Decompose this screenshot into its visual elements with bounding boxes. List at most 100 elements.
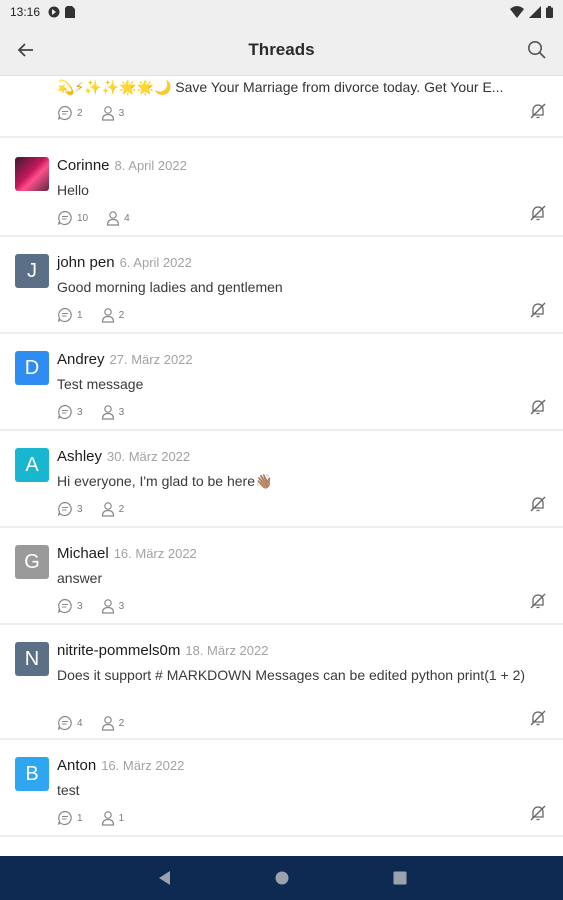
thread-meta: 2 3	[57, 105, 138, 121]
back-button[interactable]	[12, 36, 40, 64]
thread-item[interactable]: B Anton 16. März 2022 test 1 1	[0, 740, 563, 837]
mute-button[interactable]	[529, 495, 547, 518]
participant-count: 2	[118, 309, 125, 321]
thread-date: 16. März 2022	[101, 758, 185, 773]
nav-home-button[interactable]	[271, 867, 293, 889]
participant-count: 3	[118, 600, 125, 612]
mute-button[interactable]	[529, 592, 547, 615]
mute-button[interactable]	[529, 301, 547, 324]
participant-count: 2	[118, 717, 125, 729]
comment-icon	[57, 307, 72, 323]
avatar[interactable]: G	[15, 545, 49, 579]
circle-home-icon	[275, 871, 288, 885]
person-icon	[101, 599, 114, 614]
reply-count: 3	[77, 406, 83, 418]
reply-count: 1	[77, 812, 83, 824]
thread-message: answer	[57, 570, 103, 586]
avatar[interactable]	[15, 157, 49, 191]
search-button[interactable]	[523, 36, 551, 64]
thread-message: test	[57, 782, 80, 798]
thread-author: Ashley	[57, 448, 103, 465]
thread-item[interactable]: Nnitrite-pommels0m 18. März 2022 Does it s…	[0, 625, 563, 740]
wifi-icon	[510, 6, 524, 18]
mute-button[interactable]	[529, 709, 547, 732]
search-icon	[528, 41, 546, 59]
thread-item[interactable]: Corinne 8. April 2022 Hello 10 4	[0, 140, 563, 237]
system-nav-bar	[0, 856, 563, 900]
thread-item[interactable]: Jjohn pen 6. April 2022 Good morning ladie…	[0, 237, 563, 334]
avatar[interactable]: D	[15, 351, 49, 385]
thread-date: 18. März 2022	[185, 643, 269, 658]
thread-message-text: Save Your Marriage from divorce today. G…	[171, 79, 504, 95]
comment-icon	[57, 404, 72, 420]
page-title: Threads	[248, 39, 315, 59]
reply-count: 1	[77, 309, 83, 321]
thread-message: Does it support # MARKDOWN Messages can …	[57, 667, 526, 683]
comment-icon	[57, 210, 72, 226]
thread-header: Anton 16. März 2022	[57, 757, 184, 774]
avatar[interactable]: A	[15, 448, 49, 482]
thread-header: Andrey 27. März 2022	[57, 351, 193, 368]
bell-off-icon	[530, 496, 546, 512]
person-icon	[101, 716, 114, 731]
nav-back-button[interactable]	[153, 867, 175, 889]
thread-author: Michael	[57, 545, 109, 562]
thread-item[interactable]: A Ashley 30. März 2022 Hi everyone, I'm gla…	[0, 431, 563, 528]
person-icon	[101, 308, 114, 323]
bell-off-icon	[530, 103, 546, 119]
signal-icon	[529, 6, 541, 18]
mute-button[interactable]	[529, 204, 547, 227]
comment-icon	[57, 715, 72, 731]
thread-header: Michael 16. März 2022	[57, 545, 197, 562]
comment-icon	[57, 501, 72, 517]
triangle-back-icon	[158, 871, 170, 885]
thread-header: john pen 6. April 2022	[57, 254, 192, 271]
thread-header: Ashley 30. März 2022	[57, 448, 190, 465]
thread-item-partial[interactable]: 💫⚡✨✨🌟🌟🌙 Save Your Marriage from divorce …	[0, 76, 563, 138]
thread-header: Corinne 8. April 2022	[57, 157, 187, 174]
thread-message: 💫⚡✨✨🌟🌟🌙 Save Your Marriage from divorce …	[57, 79, 552, 96]
avatar[interactable]: N	[15, 642, 49, 676]
thread-meta: 11	[57, 810, 138, 826]
nav-recents-button[interactable]	[389, 867, 411, 889]
person-icon	[101, 502, 114, 517]
thread-message: Hi everyone, I'm glad to be here👋🏽	[57, 473, 273, 489]
person-icon	[101, 405, 114, 420]
bell-off-icon	[530, 399, 546, 415]
person-icon	[107, 211, 120, 226]
person-icon	[101, 106, 114, 121]
thread-emoji: 💫⚡✨✨🌟🌟🌙	[57, 79, 172, 95]
bell-off-icon	[530, 593, 546, 609]
participant-count: 2	[118, 503, 125, 515]
reply-count: 3	[77, 503, 83, 515]
thread-item[interactable]: D Andrey 27. März 2022 Test message 3 3	[0, 334, 563, 431]
bell-off-icon	[530, 710, 546, 726]
thread-author: Andrey	[57, 351, 105, 368]
status-bar: 13:16	[0, 0, 563, 24]
mute-button[interactable]	[529, 102, 547, 125]
thread-date: 27. März 2022	[109, 352, 193, 367]
thread-item[interactable]: G Michael 16. März 2022 answer 3 3	[0, 528, 563, 625]
bell-off-icon	[530, 302, 546, 318]
thread-meta: 33	[57, 404, 138, 420]
thread-author: Corinne	[57, 157, 110, 174]
thread-date: 6. April 2022	[119, 255, 192, 270]
app-bar: Threads	[0, 24, 563, 76]
mute-button[interactable]	[529, 398, 547, 421]
reply-count: 4	[77, 717, 83, 729]
bell-off-icon	[530, 805, 546, 821]
thread-date: 16. März 2022	[113, 546, 197, 561]
thread-date: 30. März 2022	[107, 449, 191, 464]
comment-icon	[57, 105, 72, 121]
comment-icon	[57, 598, 72, 614]
thread-list[interactable]: 💫⚡✨✨🌟🌟🌙 Save Your Marriage from divorce …	[0, 76, 563, 856]
bell-off-icon	[530, 205, 546, 221]
reply-count: 2	[77, 107, 83, 119]
avatar[interactable]: B	[15, 757, 49, 791]
thread-message: Hello	[57, 182, 89, 198]
thread-meta: 32	[57, 501, 138, 517]
avatar[interactable]: J	[15, 254, 49, 288]
comment-icon	[57, 810, 72, 826]
thread-meta: 42	[57, 715, 138, 731]
mute-button[interactable]	[529, 804, 547, 827]
